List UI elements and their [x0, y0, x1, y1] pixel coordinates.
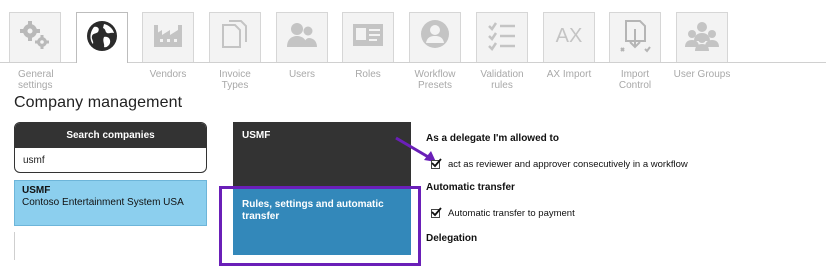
tab-company[interactable] — [76, 12, 128, 63]
search-companies-header: Search companies — [15, 123, 206, 148]
tab-invoice-types[interactable] — [209, 12, 261, 62]
reviewer-approver-label: act as reviewer and approver consecutive… — [448, 159, 688, 170]
tab-label-users: Users — [288, 69, 316, 80]
tab-label-import-control: Import Control — [618, 69, 652, 91]
user-badge-icon — [417, 17, 453, 58]
checklist-icon — [484, 17, 520, 58]
left-panel-border — [14, 232, 15, 260]
tab-roles[interactable] — [342, 12, 394, 62]
svg-text:AX: AX — [556, 25, 583, 47]
tab-users[interactable] — [276, 12, 328, 62]
search-companies-panel: Search companies — [14, 122, 207, 173]
id-card-icon — [350, 17, 386, 58]
tab-label-invoice-types: Invoice Types — [219, 69, 251, 91]
checkmark-icon — [431, 158, 442, 168]
company-code: USMF — [22, 185, 51, 196]
tab-vendors[interactable] — [142, 12, 194, 62]
documents-icon — [217, 17, 253, 58]
delegate-section-title: As a delegate I'm allowed to — [426, 133, 559, 144]
auto-transfer-label: Automatic transfer to payment — [448, 208, 575, 219]
checkmark-icon — [431, 207, 442, 217]
rules-settings-tile[interactable]: Rules, settings and automatic transfer — [233, 189, 411, 255]
tab-label-workflow-presets: Workflow Presets — [414, 69, 456, 91]
tab-label-ax-import: AX Import — [546, 69, 592, 80]
transfer-section-title: Automatic transfer — [426, 182, 515, 193]
ax-icon: AX — [551, 17, 587, 58]
tab-import-control[interactable] — [609, 12, 661, 62]
tab-general-settings[interactable] — [9, 12, 61, 62]
company-name: Contoso Entertainment System USA — [22, 197, 184, 208]
auto-transfer-checkbox[interactable] — [431, 207, 442, 218]
import-control-icon — [617, 17, 653, 58]
transfer-option-row: Automatic transfer to payment — [431, 207, 575, 219]
tab-user-groups[interactable] — [676, 12, 728, 62]
tab-workflow-presets[interactable] — [409, 12, 461, 62]
tab-label-vendors: Vendors — [149, 69, 187, 80]
delegate-option-row: act as reviewer and approver consecutive… — [431, 158, 688, 170]
tab-label-roles: Roles — [355, 69, 381, 80]
company-search-input[interactable] — [15, 148, 206, 172]
company-list-item[interactable]: USMF Contoso Entertainment System USA — [14, 180, 207, 226]
tab-ax-import[interactable]: AX — [543, 12, 595, 62]
tab-label-validation-rules: Validation rules — [480, 69, 524, 91]
tab-label-general-settings: General settings — [18, 69, 54, 91]
user-groups-icon — [684, 17, 720, 58]
tab-label-user-groups: User Groups — [673, 69, 731, 80]
users-icon — [284, 17, 320, 58]
factory-icon — [150, 17, 186, 58]
settings-tab-bar: AX General settings Vendors Invoice Type… — [0, 0, 826, 100]
company-tile-usmf[interactable]: USMF — [233, 122, 411, 189]
globe-icon — [84, 18, 120, 59]
page-title: Company management — [14, 94, 183, 111]
reviewer-approver-checkbox[interactable] — [431, 158, 442, 169]
tab-validation-rules[interactable] — [476, 12, 528, 62]
gears-icon — [17, 17, 53, 58]
delegation-section-title: Delegation — [426, 233, 478, 244]
